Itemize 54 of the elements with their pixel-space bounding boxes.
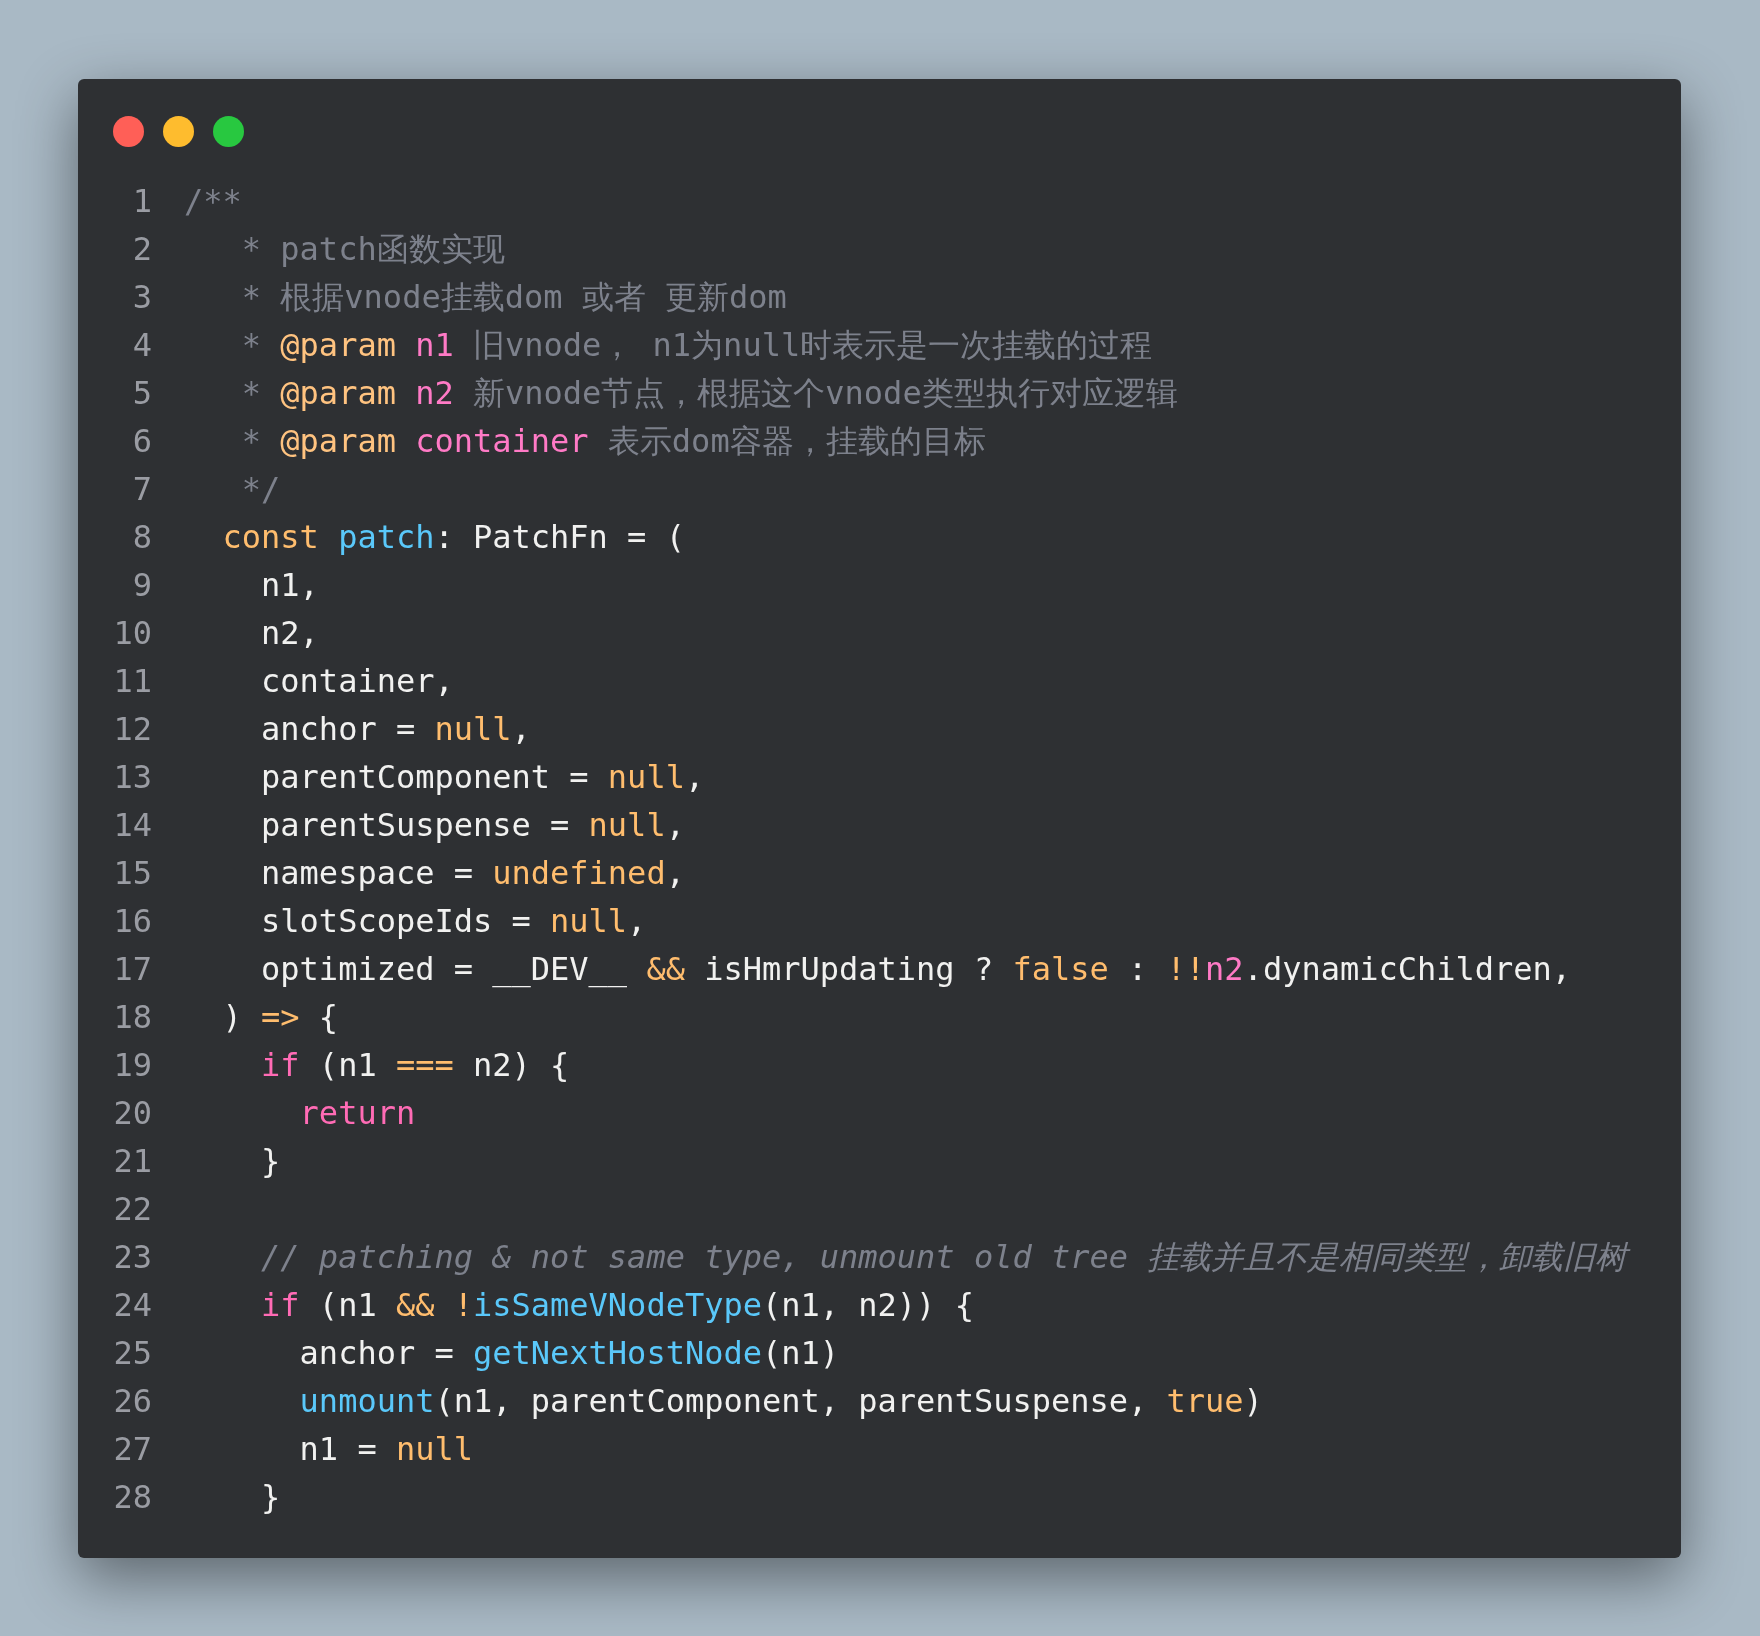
line-number: 18	[112, 997, 152, 1038]
line-number: 21	[112, 1141, 152, 1182]
line-number: 9	[131, 565, 152, 606]
code-line: n1 = null	[298, 1429, 473, 1470]
code-line: const patch: PatchFn = (	[221, 517, 685, 558]
line-number: 19	[112, 1045, 152, 1086]
code-line: slotScopeIds = null,	[260, 901, 647, 942]
line-number: 1	[131, 181, 152, 222]
code-line: }	[260, 1141, 281, 1182]
line-number: 13	[112, 757, 152, 798]
code-line: * @param n1 旧vnode， n1为null时表示是一次挂载的过程	[240, 325, 1153, 366]
code-line: }	[260, 1477, 281, 1518]
line-number: 26	[112, 1381, 152, 1422]
line-number: 24	[112, 1285, 152, 1326]
line-number: 2	[131, 229, 152, 270]
code-line: * 根据vnode挂载dom 或者 更新dom	[240, 277, 787, 318]
line-number: 14	[112, 805, 152, 846]
line-number: 15	[112, 853, 152, 894]
line-number: 4	[131, 325, 152, 366]
code-line: anchor = null,	[260, 709, 531, 750]
line-number: 25	[112, 1333, 152, 1374]
line-number: 10	[112, 613, 152, 654]
code-line: if (n1 && !isSameVNodeType(n1, n2)) {	[260, 1285, 974, 1326]
line-number: 5	[131, 373, 152, 414]
line-number: 7	[131, 469, 152, 510]
code-line: */	[240, 469, 281, 510]
line-number: 6	[131, 421, 152, 462]
code-line: anchor = getNextHostNode(n1)	[298, 1333, 840, 1374]
line-number: 16	[112, 901, 152, 942]
code-line: if (n1 === n2) {	[260, 1045, 570, 1086]
line-number: 11	[112, 661, 152, 702]
code-line: n1,	[260, 565, 319, 606]
code-line: container,	[260, 661, 454, 702]
code-line: parentSuspense = null,	[260, 805, 685, 846]
line-number: 23	[112, 1237, 152, 1278]
code-line: /**	[184, 181, 242, 222]
line-number: 8	[131, 517, 152, 558]
code-line: parentComponent = null,	[260, 757, 705, 798]
code-line: * @param container 表示dom容器，挂载的目标	[240, 421, 986, 462]
line-number: 27	[112, 1429, 152, 1470]
line-number: 17	[112, 949, 152, 990]
line-number: 12	[112, 709, 152, 750]
code-line: n2,	[260, 613, 319, 654]
code-line: * patch函数实现	[240, 229, 505, 270]
code-line: unmount(n1, parentComponent, parentSuspense, true)	[298, 1381, 1263, 1422]
line-number: 22	[112, 1189, 152, 1230]
code-line: namespace = undefined,	[260, 853, 685, 894]
code-line: ) => {	[221, 997, 339, 1038]
code-line: * @param n2 新vnode节点，根据这个vnode类型执行对应逻辑	[240, 373, 1178, 414]
code-line: return	[298, 1093, 416, 1134]
line-number: 3	[131, 277, 152, 318]
code-line: optimized = __DEV__ && isHmrUpdating ? false : !!n2.dynamicChildren,	[260, 949, 1572, 990]
line-number: 20	[112, 1093, 152, 1134]
line-number: 28	[112, 1477, 152, 1518]
